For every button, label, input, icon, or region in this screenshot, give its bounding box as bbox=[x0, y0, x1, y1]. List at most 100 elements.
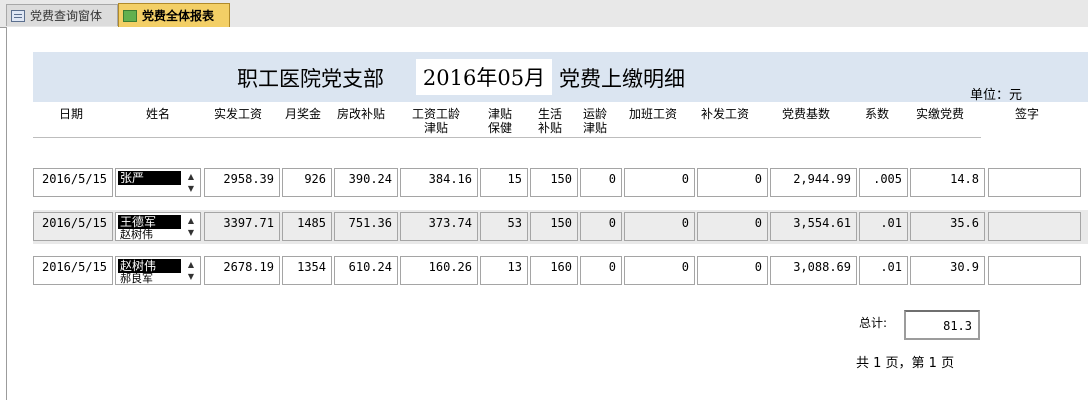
report-title-org: 职工医院党支部 bbox=[237, 67, 384, 91]
base-cell[interactable]: 2,944.99 bbox=[770, 168, 857, 197]
unit-label: 单位：元 bbox=[970, 88, 1023, 103]
col-header-living: 生活 补贴 bbox=[537, 107, 563, 135]
form-icon bbox=[11, 9, 25, 22]
col-header-bonus: 月奖金 bbox=[285, 107, 322, 121]
page-info: 共 1 页，第 1 页 bbox=[856, 356, 955, 371]
col-header-health: 津贴 保健 bbox=[487, 107, 513, 135]
col-header-rate: 系数 bbox=[865, 107, 890, 121]
col-header-salary: 实发工资 bbox=[214, 107, 263, 121]
housing-cell[interactable]: 751.36 bbox=[334, 212, 398, 241]
report-title-detail: 党费上缴明细 bbox=[559, 67, 685, 91]
salary-cell[interactable]: 2958.39 bbox=[204, 168, 280, 197]
col-header-living-line1: 生活 bbox=[537, 107, 562, 121]
tab-full-report[interactable]: 党费全体报表 bbox=[118, 3, 230, 27]
tab-label: 党费查询窗体 bbox=[30, 9, 103, 23]
housing-cell[interactable]: 390.24 bbox=[334, 168, 398, 197]
col-header-date: 日期 bbox=[59, 107, 84, 121]
health-cell[interactable]: 15 bbox=[480, 168, 528, 197]
col-header-seniority-line2: 津贴 bbox=[423, 121, 448, 135]
dues-cell[interactable]: 35.6 bbox=[910, 212, 985, 241]
rate-cell[interactable]: .01 bbox=[859, 256, 908, 285]
col-header-overtime: 加班工资 bbox=[629, 107, 678, 121]
overtime-cell[interactable]: 0 bbox=[624, 168, 695, 197]
date-cell[interactable]: 2016/5/15 bbox=[33, 168, 113, 197]
signature-cell[interactable] bbox=[988, 256, 1081, 285]
rate-cell[interactable]: .005 bbox=[859, 168, 908, 197]
seniority-cell[interactable]: 373.74 bbox=[400, 212, 478, 241]
col-header-dues: 实缴党费 bbox=[916, 107, 965, 121]
seniority-cell[interactable]: 160.26 bbox=[400, 256, 478, 285]
col-header-housing: 房改补贴 bbox=[337, 107, 386, 121]
report-icon bbox=[123, 9, 137, 22]
spin-down-icon[interactable]: ▼ bbox=[184, 183, 198, 195]
base-cell[interactable]: 3,554.61 bbox=[770, 212, 857, 241]
name-combo[interactable]: 赵树伟 郝良军 ▲ ▼ bbox=[115, 256, 201, 285]
seniority-cell[interactable]: 384.16 bbox=[400, 168, 478, 197]
report-canvas: 职工医院党支部 2016年05月 党费上缴明细 单位：元 日期 姓名 实发工资 … bbox=[6, 27, 1088, 400]
name-spinner[interactable]: ▲ ▼ bbox=[184, 215, 198, 239]
name-selected: 赵树伟 bbox=[118, 259, 181, 273]
col-header-backpay: 补发工资 bbox=[701, 107, 750, 121]
base-cell[interactable]: 3,088.69 bbox=[770, 256, 857, 285]
col-header-health-line2: 保健 bbox=[487, 121, 512, 135]
salary-cell[interactable]: 2678.19 bbox=[204, 256, 280, 285]
salary-cell[interactable]: 3397.71 bbox=[204, 212, 280, 241]
col-header-name: 姓名 bbox=[146, 107, 171, 121]
rate-cell[interactable]: .01 bbox=[859, 212, 908, 241]
backpay-cell[interactable]: 0 bbox=[697, 212, 768, 241]
table-row: 2016/5/15 王德军 赵树伟 ▲ ▼ 3397.71 1485 751.3… bbox=[33, 210, 1088, 244]
col-header-transport-line1: 运龄 bbox=[582, 107, 607, 121]
health-cell[interactable]: 53 bbox=[480, 212, 528, 241]
name-spinner[interactable]: ▲ ▼ bbox=[184, 171, 198, 195]
living-cell[interactable]: 150 bbox=[530, 212, 578, 241]
total-value[interactable]: 81.3 bbox=[904, 310, 980, 340]
date-cell[interactable]: 2016/5/15 bbox=[33, 212, 113, 241]
dues-cell[interactable]: 30.9 bbox=[910, 256, 985, 285]
overtime-cell[interactable]: 0 bbox=[624, 256, 695, 285]
name-next: 郝良军 bbox=[120, 272, 153, 285]
table-row: 2016/5/15 赵树伟 郝良军 ▲ ▼ 2678.19 1354 610.2… bbox=[33, 254, 1088, 288]
health-cell[interactable]: 13 bbox=[480, 256, 528, 285]
total-label: 总计: bbox=[859, 316, 888, 330]
overtime-cell[interactable]: 0 bbox=[624, 212, 695, 241]
tab-query-form[interactable]: 党费查询窗体 bbox=[6, 4, 118, 26]
spin-down-icon[interactable]: ▼ bbox=[184, 271, 198, 283]
header-divider bbox=[33, 137, 981, 138]
col-header-seniority-line1: 工资工龄 bbox=[411, 107, 460, 121]
transport-cell[interactable]: 0 bbox=[580, 168, 622, 197]
name-combo[interactable]: 张严 ▲ ▼ bbox=[115, 168, 201, 197]
bonus-cell[interactable]: 926 bbox=[282, 168, 332, 197]
backpay-cell[interactable]: 0 bbox=[697, 256, 768, 285]
date-cell[interactable]: 2016/5/15 bbox=[33, 256, 113, 285]
housing-cell[interactable]: 610.24 bbox=[334, 256, 398, 285]
signature-cell[interactable] bbox=[988, 168, 1081, 197]
name-selected: 王德军 bbox=[118, 215, 181, 229]
spin-up-icon[interactable]: ▲ bbox=[184, 171, 198, 183]
table-row: 2016/5/15 张严 ▲ ▼ 2958.39 926 390.24 384.… bbox=[33, 166, 1088, 200]
bonus-cell[interactable]: 1354 bbox=[282, 256, 332, 285]
spin-up-icon[interactable]: ▲ bbox=[184, 259, 198, 271]
name-spinner[interactable]: ▲ ▼ bbox=[184, 259, 198, 283]
spin-up-icon[interactable]: ▲ bbox=[184, 215, 198, 227]
backpay-cell[interactable]: 0 bbox=[697, 168, 768, 197]
col-header-transport-line2: 津贴 bbox=[582, 121, 607, 135]
col-header-living-line2: 补贴 bbox=[537, 121, 562, 135]
name-next: 赵树伟 bbox=[120, 228, 153, 241]
col-header-base: 党费基数 bbox=[782, 107, 831, 121]
transport-cell[interactable]: 0 bbox=[580, 256, 622, 285]
living-cell[interactable]: 150 bbox=[530, 168, 578, 197]
signature-cell[interactable] bbox=[988, 212, 1081, 241]
name-selected: 张严 bbox=[118, 171, 181, 185]
living-cell[interactable]: 160 bbox=[530, 256, 578, 285]
transport-cell[interactable]: 0 bbox=[580, 212, 622, 241]
report-title-month: 2016年05月 bbox=[416, 59, 552, 95]
col-header-seniority: 工资工龄 津贴 bbox=[410, 107, 462, 135]
tab-label: 党费全体报表 bbox=[142, 9, 215, 23]
col-header-health-line1: 津贴 bbox=[487, 107, 512, 121]
col-header-transport: 运龄 津贴 bbox=[582, 107, 608, 135]
name-combo[interactable]: 王德军 赵树伟 ▲ ▼ bbox=[115, 212, 201, 241]
bonus-cell[interactable]: 1485 bbox=[282, 212, 332, 241]
col-header-signature: 签字 bbox=[1015, 107, 1040, 121]
dues-cell[interactable]: 14.8 bbox=[910, 168, 985, 197]
spin-down-icon[interactable]: ▼ bbox=[184, 227, 198, 239]
